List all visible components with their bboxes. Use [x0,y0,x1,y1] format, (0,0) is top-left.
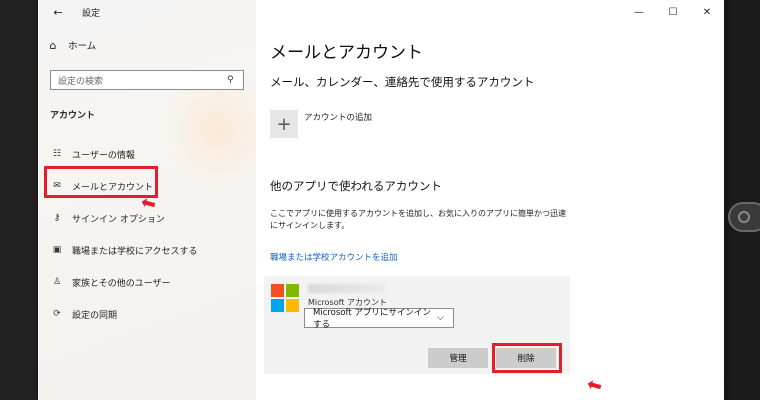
user-info-icon: ☷ [52,149,62,159]
maximize-icon[interactable]: ☐ [656,0,690,24]
sidebar-item-family[interactable]: ♙ 家族とその他のユーザー [38,266,256,298]
sidebar-item-label: ユーザーの情報 [72,150,135,161]
red-arrow-icon: ⬉ [582,372,607,399]
search-input[interactable]: 設定の検索 ⚲ [50,70,244,90]
search-placeholder: 設定の検索 [58,76,104,87]
blurred-account-name [308,284,386,293]
plus-icon: + [270,110,298,138]
key-icon: ⚷ [53,213,61,223]
microsoft-logo-icon [271,284,299,312]
sidebar-item-sync[interactable]: ⟳ 設定の同期 [38,298,256,330]
main-pane: — ☐ ✕ メールとアカウント メール、カレンダー、連絡先で使用するアカウント … [256,0,724,400]
description: ここでアプリに使用するアカウントを追加し、お気に入りのアプリに簡単かつ迅速にサイ… [270,209,566,230]
add-account-button[interactable]: + アカウントの追加 [270,110,372,138]
close-icon[interactable]: ✕ [690,0,724,24]
dropdown-value: Microsoft アプリにサインインする [313,308,431,330]
sign-in-option-dropdown[interactable]: Microsoft アプリにサインインする ⌵ [304,308,454,330]
section-heading-mail: メール、カレンダー、連絡先で使用するアカウント [270,75,535,89]
add-account-label: アカウントの追加 [304,113,373,123]
manage-button[interactable]: 管理 [428,348,488,368]
back-arrow-icon[interactable]: ← [46,0,70,24]
search-icon[interactable]: ⚲ [227,75,243,85]
home-icon: ⌂ [49,38,57,52]
minimize-icon[interactable]: — [622,0,656,24]
add-work-school-link[interactable]: 職場または学校アカウントを追加 [270,251,398,263]
sidebar-item-label: 家族とその他のユーザー [72,278,171,289]
sidebar-item-work-school[interactable]: ▣ 職場または学校にアクセスする [38,234,256,266]
home-link[interactable]: ⌂ ホーム [46,38,97,53]
sidebar-item-label: 職場または学校にアクセスする [72,246,198,257]
titlebar-left: ← 設定 [38,0,256,24]
window-controls: — ☐ ✕ [622,0,724,24]
tablet-handle-decoration [728,202,760,232]
home-label: ホーム [68,41,97,52]
briefcase-icon: ▣ [52,245,62,255]
page-title: メールとアカウント [270,43,423,63]
sync-icon: ⟳ [53,309,61,319]
section-heading-other-apps: 他のアプリで使われるアカウント [270,179,442,193]
sidebar-item-label: 設定の同期 [72,310,118,321]
highlight-box-nav [44,166,158,198]
sidebar: ← 設定 ⌂ ホーム 設定の検索 ⚲ アカウント ☷ ユーザーの情報 ✉ メール… [38,0,278,400]
section-title: アカウント [50,111,96,121]
settings-window: ← 設定 ⌂ ホーム 設定の検索 ⚲ アカウント ☷ ユーザーの情報 ✉ メール… [38,0,724,400]
person-add-icon: ♙ [52,277,62,287]
highlight-box-remove [492,343,562,373]
chevron-down-icon: ⌵ [437,313,444,323]
app-title: 設定 [82,8,101,19]
